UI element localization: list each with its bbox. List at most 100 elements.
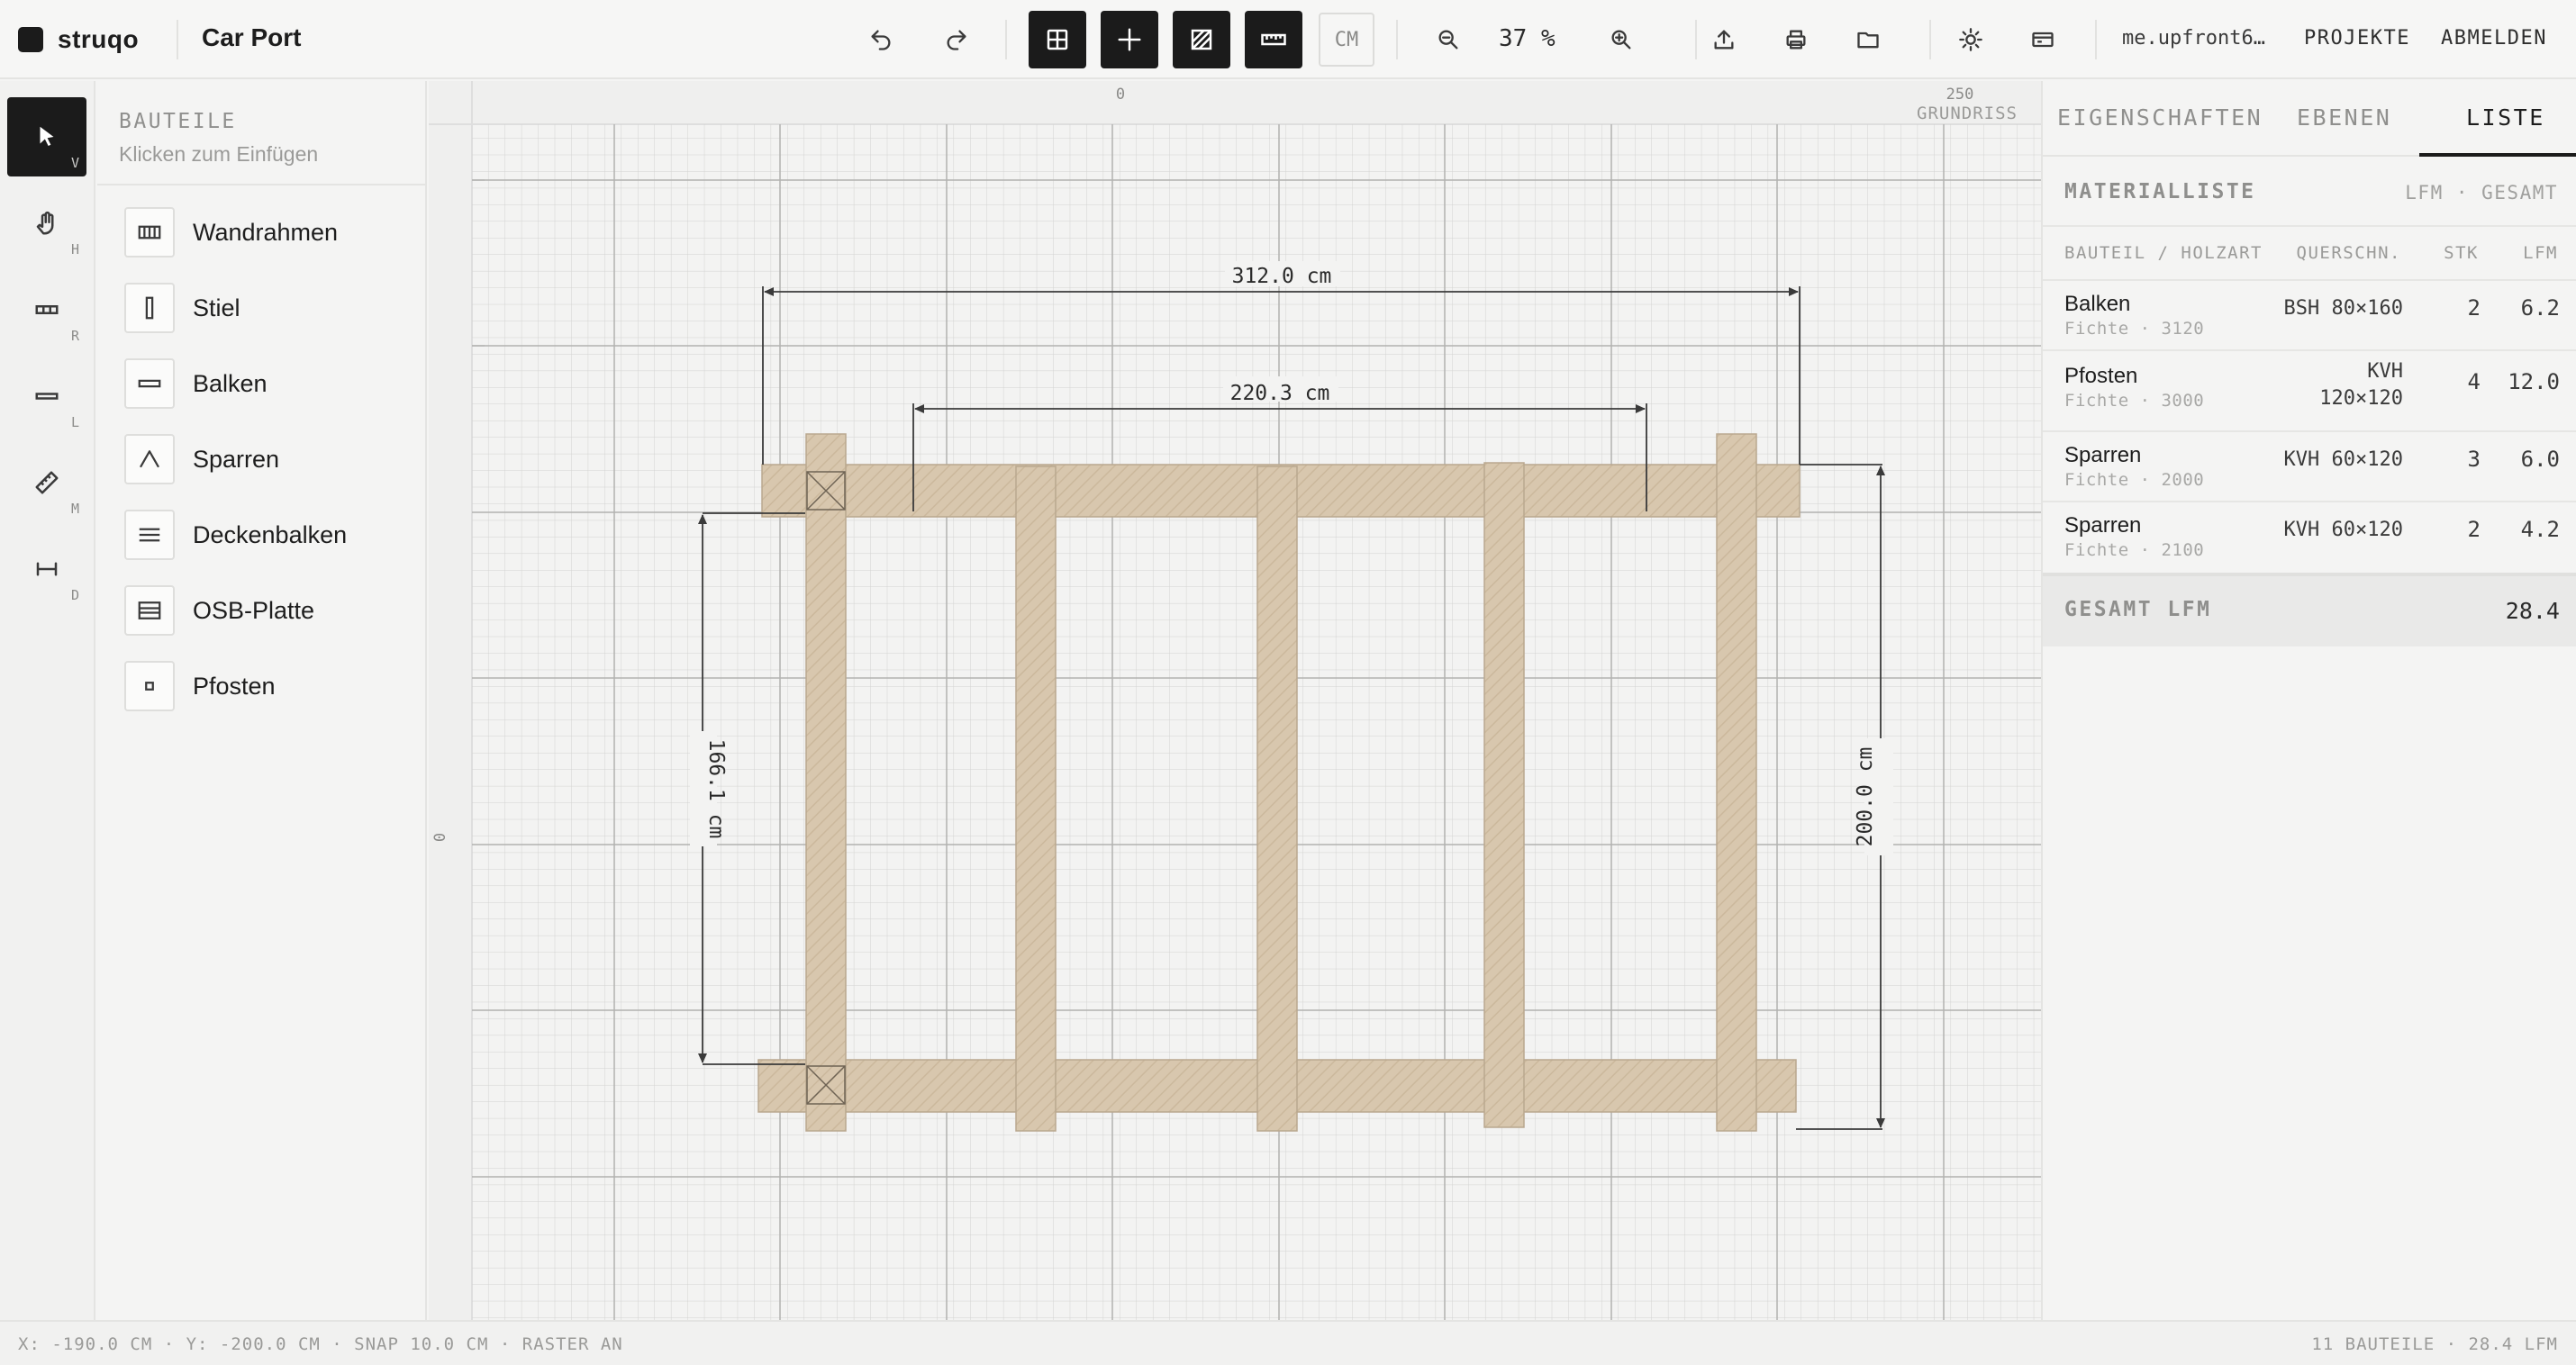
user-account[interactable]: me.upfront6… [2122,27,2265,50]
pan-tool[interactable]: H [7,184,86,263]
rafter-3[interactable] [1256,466,1298,1132]
column-header-qty: STK [2444,243,2479,263]
material-list-title: MATERIALLISTE [2064,180,2256,203]
tab-ebenen[interactable]: EBENEN [2297,104,2391,131]
row-qty: 4 [2467,369,2481,394]
tab-eigenschaften[interactable]: EIGENSCHAFTEN [2057,104,2263,131]
tab-liste[interactable]: LISTE [2466,104,2545,131]
column-header-section: QUERSCHN. [2296,243,2401,263]
dimension-label: 200.0 cm [1854,747,1877,847]
dimension-label: 220.3 cm [1230,382,1330,405]
divider [177,20,178,59]
part-label: Wandrahmen [193,218,339,246]
table-row[interactable]: Sparren Fichte · 2100 KVH 60×120 2 4.2 [2043,502,2576,571]
hand-icon [36,211,54,235]
open-folder-button[interactable] [1846,18,1890,61]
redo-button[interactable] [935,18,978,61]
theme-toggle-button[interactable] [1949,18,1992,61]
part-balken[interactable]: Balken [124,357,268,411]
zoom-out-button[interactable] [1427,18,1470,61]
row-wood: Fichte · 3120 [2064,319,2205,339]
unit-button[interactable]: CM [1319,13,1374,67]
part-deckenbalken[interactable]: Deckenbalken [124,508,347,562]
wall-frame-icon [124,207,175,258]
material-list-subtitle: LFM · GESAMT [2405,182,2558,203]
post-icon [124,661,175,711]
measure-toggle-button[interactable] [1245,11,1302,68]
floor-plan-svg[interactable]: 0 250 GRUNDRISS 0 312.0 cm 220.3 cm 166.… [429,81,2041,1320]
drawing-canvas[interactable]: 0 250 GRUNDRISS 0 312.0 cm 220.3 cm 166.… [429,81,2041,1320]
snap-toggle-button[interactable] [1101,11,1158,68]
part-label: Deckenbalken [193,520,348,548]
parts-panel: BAUTEILE Klicken zum Einfügen Wandrahmen… [97,81,427,1320]
undo-button[interactable] [859,18,903,61]
grid-toggle-button[interactable] [1029,11,1086,68]
hatch-icon [1191,29,1212,50]
tool-rail: V H R L M D [0,81,95,1320]
cursor-status: X: -190.0 CM · Y: -200.0 CM · SNAP 10.0 … [18,1334,623,1354]
row-lfm: 12.0 [2508,369,2560,394]
table-row[interactable]: Sparren Fichte · 2000 KVH 60×120 3 6.0 [2043,432,2576,501]
divider [1929,20,1931,59]
projects-link[interactable]: PROJEKTE [2304,27,2410,50]
column-header-part: BAUTEIL / HOLZART [2064,243,2263,263]
brand-name: struqo [58,25,140,53]
dimension-label: 166.1 cm [704,739,728,839]
part-osb-platte[interactable]: OSB-Platte [124,583,314,637]
minor-grid [472,124,2041,1320]
rafter-1[interactable] [805,433,847,1132]
ruler-label: 0 [1116,86,1125,104]
cursor-icon [40,126,54,146]
part-stiel[interactable]: Stiel [124,281,240,335]
part-label: OSB-Platte [193,596,315,624]
rafter-5[interactable] [1716,433,1757,1132]
divider [1005,20,1007,59]
frame-tool[interactable]: R [7,270,86,349]
rafter-2[interactable] [1015,466,1057,1132]
shortcut-key: H [70,241,79,258]
part-pfosten[interactable]: Pfosten [124,659,276,713]
dimension-tool[interactable]: D [7,529,86,609]
total-label: GESAMT LFM [2064,598,2212,621]
ruler-icon [1261,33,1286,46]
zoom-in-button[interactable] [1600,18,1643,61]
row-section: KVH 60×120 [2283,448,2403,471]
measure-tool[interactable]: M [7,443,86,522]
hatch-toggle-button[interactable] [1173,11,1230,68]
panel-toggle-button[interactable] [2021,18,2064,61]
column-header-lfm: LFM [2523,243,2558,263]
table-row[interactable]: Balken Fichte · 3120 BSH 80×160 2 6.2 [2043,281,2576,349]
rafter-4[interactable] [1483,462,1525,1128]
active-tab-indicator [2419,153,2576,157]
right-panel: EIGENSCHAFTEN EBENEN LISTE MATERIALLISTE… [2041,81,2576,1320]
rafter-icon [124,434,175,484]
part-wandrahmen[interactable]: Wandrahmen [124,205,338,259]
brand[interactable]: struqo [18,25,140,53]
select-tool[interactable]: V [7,97,86,176]
part-sparren[interactable]: Sparren [124,432,279,486]
folder-icon [1857,32,1879,49]
divider [1396,20,1398,59]
beam-icon [124,358,175,409]
crosshair-icon [1118,28,1141,51]
print-button[interactable] [1774,18,1818,61]
line-tool[interactable]: L [7,357,86,436]
export-button[interactable] [1702,18,1746,61]
zoom-out-icon [1438,30,1458,50]
redo-icon [947,30,966,50]
top-ruler [429,81,2041,124]
row-section: BSH 80×160 [2283,297,2403,320]
line-icon [35,393,59,400]
row-section-line2: 120×120 [2319,387,2403,410]
divider [2043,225,2576,227]
table-row[interactable]: Pfosten Fichte · 3000 KVH 120×120 4 12.0 [2043,351,2576,430]
row-section: KVH [2367,360,2403,383]
osb-panel-icon [124,585,175,636]
logo [18,27,43,52]
total-value: 28.4 [2505,598,2560,624]
row-lfm: 4.2 [2520,517,2560,542]
ruler-icon [35,471,59,494]
row-section: KVH 60×120 [2283,519,2403,541]
part-label: Stiel [193,294,240,321]
logout-link[interactable]: ABMELDEN [2441,27,2547,50]
